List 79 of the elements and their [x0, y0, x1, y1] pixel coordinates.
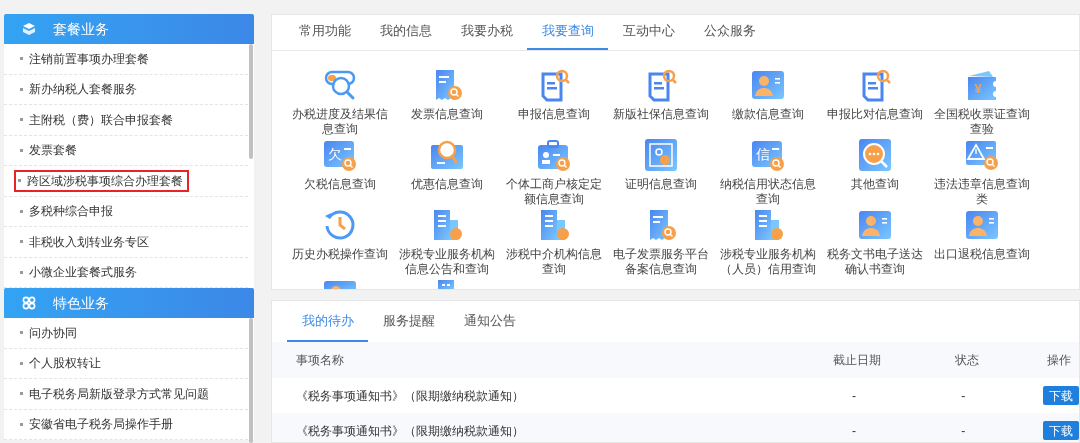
- bullet-icon: [20, 57, 23, 61]
- bullet-icon: [20, 240, 23, 244]
- tab[interactable]: 通知公告: [449, 301, 530, 342]
- section-title: 特色业务: [53, 293, 109, 313]
- tab[interactable]: 我要办税: [446, 15, 527, 50]
- warning-icon: [964, 138, 999, 172]
- tab[interactable]: 我要查询: [527, 15, 608, 50]
- person-card-icon: [857, 208, 892, 242]
- query-item[interactable]: 涉税中介机构信息查询: [500, 208, 607, 278]
- query-item[interactable]: 缴款信息查询: [714, 68, 821, 138]
- bullet-icon: [20, 148, 23, 152]
- query-item[interactable]: 个体工商户核定定额信息查询: [500, 138, 607, 208]
- query-item[interactable]: 涉税专业服务机构信息公告和查询: [393, 208, 500, 278]
- sidebar-item[interactable]: 非税收入划转业务专区: [18, 230, 155, 253]
- sidebar-item[interactable]: 问办协同: [18, 321, 83, 344]
- sidebar-item[interactable]: 安徽省电子税务局操作手册: [18, 413, 179, 436]
- query-item[interactable]: 优惠信息查询: [393, 138, 500, 208]
- table-cell-text: -: [850, 387, 857, 405]
- query-item[interactable]: 新版社保信息查询: [607, 68, 714, 138]
- sidebar-item[interactable]: 注销前置事项办理套餐: [18, 47, 155, 70]
- query-item[interactable]: ¥ 全国税收票证查询查验: [928, 68, 1035, 138]
- query-item[interactable]: 其他查询: [821, 138, 928, 208]
- bullet-icon: [20, 87, 23, 91]
- table-cell-text: 《税务事项通知书》（限期缴纳税款通知）: [295, 387, 525, 405]
- query-item[interactable]: 信 纳税信用状态信息查询: [714, 138, 821, 208]
- table-cell-text: -: [850, 422, 857, 440]
- column-header: 截止日期: [832, 352, 882, 369]
- sidebar-item[interactable]: 个人股权转让: [18, 352, 107, 375]
- sidebar-item[interactable]: 跨区域涉税事项综合办理套餐: [14, 169, 189, 192]
- sidebar-item[interactable]: 发票套餐: [18, 139, 83, 162]
- sidebar-item[interactable]: 新办纳税人套餐服务: [18, 78, 143, 101]
- sidebar-item[interactable]: 小微企业套餐式服务: [18, 261, 143, 284]
- section-title: 套餐业务: [53, 19, 109, 39]
- person-card-icon: [750, 68, 785, 102]
- query-item[interactable]: 涉税专业服务机构（人员）信用查询: [714, 208, 821, 278]
- bullet-icon: [20, 270, 23, 274]
- query-item[interactable]: 证明信息查询: [607, 138, 714, 208]
- bullet-icon: [18, 179, 21, 183]
- query-item[interactable]: 历史办税操作查询: [286, 208, 393, 278]
- bullet-icon: [20, 118, 23, 122]
- clover-icon: [22, 296, 36, 310]
- tab[interactable]: 公众服务: [689, 15, 770, 50]
- tab[interactable]: 我的信息: [365, 15, 446, 50]
- id-card-icon: [536, 138, 571, 172]
- magnifier-icon: [429, 138, 464, 172]
- download-button[interactable]: 下载: [1043, 421, 1079, 440]
- download-button[interactable]: 下载: [1043, 386, 1079, 405]
- bullet-icon: [20, 331, 23, 335]
- tab[interactable]: 服务提醒: [368, 301, 449, 342]
- query-item[interactable]: 税务文书电子送达确认书查询: [821, 208, 928, 278]
- sidebar-item[interactable]: 主附税（费）联合申报套餐: [18, 108, 179, 131]
- bullet-icon: [20, 361, 23, 365]
- query-item[interactable]: 电子发票服务平台备案信息查询: [607, 208, 714, 278]
- query-item[interactable]: 办税进度及结果信息查询: [286, 68, 393, 138]
- tab[interactable]: 常用功能: [284, 15, 365, 50]
- query-item[interactable]: 申报信息查询: [500, 68, 607, 138]
- sidebar-item[interactable]: 多税种综合申报: [18, 200, 119, 223]
- bullet-icon: [20, 422, 23, 426]
- sidebar-item[interactable]: 电子税务局新版登录方式常见问题: [18, 382, 215, 405]
- column-header: 事项名称: [295, 352, 345, 369]
- person-card-icon: [964, 208, 999, 242]
- tab[interactable]: 互动中心: [608, 15, 689, 50]
- certificate-icon: [643, 138, 678, 172]
- magnifier-icon: [322, 68, 357, 102]
- column-header: 操作: [1047, 352, 1071, 369]
- bullet-icon: [20, 392, 23, 396]
- query-item[interactable]: 出口退税信息查询: [928, 208, 1035, 278]
- search-icon: [857, 138, 892, 172]
- column-header: 状态: [954, 352, 980, 369]
- query-item[interactable]: 发票信息查询: [393, 68, 500, 138]
- person-card-icon: [322, 278, 357, 289]
- query-item[interactable]: 违法违章信息查询类: [928, 138, 1035, 208]
- cube-icon: [22, 22, 36, 36]
- table-cell-text: 《税务事项通知书》（限期缴纳税款通知）: [295, 422, 525, 440]
- query-item[interactable]: 申报比对信息查询: [821, 68, 928, 138]
- table-cell-text: -: [960, 422, 967, 440]
- query-item[interactable]: 欠 欠税信息查询: [286, 138, 393, 208]
- bullet-icon: [20, 209, 23, 213]
- table-cell-text: -: [960, 387, 967, 405]
